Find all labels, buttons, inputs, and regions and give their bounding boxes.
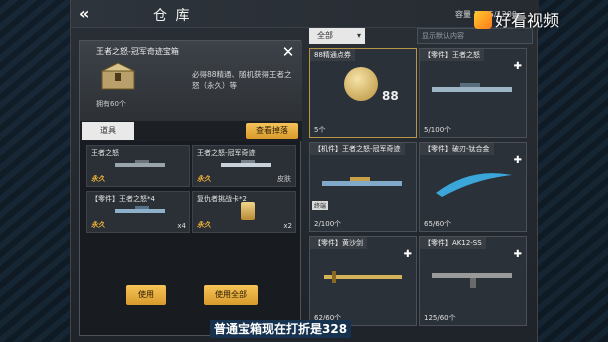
inventory-card[interactable]: 【零件】AK12-SS ✚ 125/60个	[419, 236, 527, 326]
filter-label: 全部	[317, 31, 333, 40]
header: « 仓 库 容量 1065/1200	[71, 0, 539, 28]
coupon-value: 88	[382, 89, 399, 103]
skin-label: 皮肤	[277, 175, 291, 183]
permanent-badge: 永久	[197, 221, 211, 229]
rifle-icon	[115, 160, 165, 167]
background-left	[0, 0, 70, 342]
card-quantity: 5/100个	[424, 126, 452, 134]
card-quantity: 65/60个	[424, 220, 452, 228]
card-label: 【零件】破刃-钛合金	[420, 143, 494, 155]
rifle-icon	[322, 177, 402, 186]
back-button[interactable]: «	[79, 4, 101, 24]
rifle-icon	[432, 83, 512, 92]
blade-icon	[436, 173, 512, 197]
permanent-badge: 永久	[91, 221, 105, 229]
category-filter[interactable]: 全部 ▾	[309, 28, 365, 44]
terminal-tag: 终端	[312, 201, 329, 210]
drop-item[interactable]: 【零件】王者之怒*4 永久 x4	[86, 191, 190, 233]
inventory-card[interactable]: 【零件】黄沙剑 ✚ 62/60个	[309, 236, 417, 326]
drop-quantity: x2	[283, 222, 292, 230]
card-quantity: 125/60个	[424, 314, 456, 322]
card-label: 【零件】王者之怒	[420, 49, 484, 61]
drop-item-name: 王者之怒-冠军奇迹	[197, 149, 256, 157]
inventory-card[interactable]: 88精通点券 88 5个	[309, 48, 417, 138]
page-title: 仓 库	[153, 8, 192, 24]
card-quantity: 5个	[314, 126, 326, 134]
drop-item-name: 复仇者挑战卡*2	[197, 195, 247, 203]
card-quantity: 2/100个	[314, 220, 342, 228]
tab-items[interactable]: 道具	[82, 122, 134, 140]
rifle-icon	[221, 160, 271, 167]
card-label: 【零件】黄沙剑	[310, 237, 367, 249]
sword-icon	[324, 271, 402, 283]
inventory-card[interactable]: 【零件】王者之怒 ✚ 5/100个	[419, 48, 527, 138]
coupon-icon	[344, 67, 378, 101]
drop-item[interactable]: 王者之怒 永久	[86, 145, 190, 187]
background-right	[538, 0, 608, 342]
dialog-tab-bar: 道具 查看掉落	[80, 121, 302, 141]
drop-quantity: x4	[177, 222, 186, 230]
card-label: 【零件】AK12-SS	[420, 237, 486, 249]
drop-item-name: 王者之怒	[91, 149, 119, 157]
chevron-down-icon: ▾	[356, 31, 361, 40]
permanent-badge: 永久	[197, 175, 211, 183]
drop-item[interactable]: 王者之怒-冠军奇迹 永久 皮肤	[192, 145, 296, 187]
card-label: 【机件】王者之怒-冠军奇迹	[310, 143, 405, 155]
rifle-icon	[115, 206, 165, 213]
challenge-card-icon	[241, 202, 255, 220]
drop-item-name: 【零件】王者之怒*4	[91, 195, 155, 203]
use-all-button[interactable]: 使用全部	[204, 285, 258, 305]
inventory-card[interactable]: 【零件】破刃-钛合金 ✚ 65/60个	[419, 142, 527, 232]
card-label: 88精通点券	[310, 49, 355, 61]
permanent-badge: 永久	[91, 175, 105, 183]
watermark: 好看视频	[474, 7, 559, 31]
video-caption: 普通宝箱现在打折是328	[210, 320, 352, 338]
item-detail-dialog: 王者之怒-冠军奇迹宝箱 ✕ 拥有60个 必得88精通、随机获得王者之怒（永久）等…	[79, 40, 302, 336]
drop-item[interactable]: 复仇者挑战卡*2 永久 x2	[192, 191, 296, 233]
item-name: 王者之怒-冠军奇迹宝箱	[96, 47, 179, 56]
use-button[interactable]: 使用	[126, 285, 166, 305]
chest-icon	[101, 62, 135, 90]
inventory-window: « 仓 库 容量 1065/1200 王者之怒-冠军奇迹宝箱 ✕ 拥有60个 必…	[70, 0, 539, 342]
inventory-card[interactable]: 【机件】王者之怒-冠军奇迹 终端 2/100个	[309, 142, 417, 232]
dialog-header: 王者之怒-冠军奇迹宝箱 ✕ 拥有60个 必得88精通、随机获得王者之怒（永久）等	[80, 41, 302, 121]
close-button[interactable]: ✕	[280, 44, 296, 60]
item-description: 必得88精通、随机获得王者之怒（永久）等	[192, 70, 292, 90]
rifle-icon	[432, 273, 512, 288]
view-drops-button[interactable]: 查看掉落	[246, 123, 298, 139]
watermark-text: 好看视频	[495, 11, 560, 30]
owned-count: 拥有60个	[96, 100, 126, 108]
haokan-logo-icon	[474, 11, 492, 29]
